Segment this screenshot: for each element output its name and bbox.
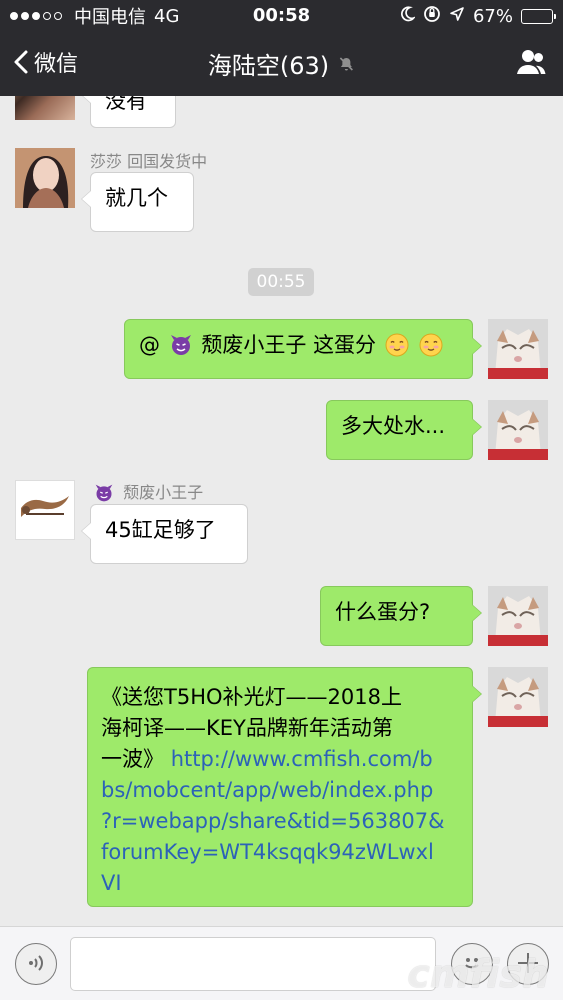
profile-photo-icon <box>15 148 75 208</box>
signal-dot <box>21 12 29 20</box>
blush-emoji-icon <box>419 333 443 357</box>
mention-prefix: @ <box>139 333 160 357</box>
back-label: 微信 <box>34 52 79 77</box>
message-bubble[interactable]: 45缸足够了 <box>90 504 248 564</box>
message-text: 多大处水... <box>341 414 446 438</box>
signal-dot <box>54 12 62 20</box>
cat-avatar-icon <box>488 586 548 646</box>
message-input[interactable] <box>70 937 436 991</box>
chat-title-text: 海陆空(63) <box>207 52 330 80</box>
avatar[interactable] <box>15 148 75 208</box>
plus-button[interactable] <box>507 943 549 985</box>
chevron-left-icon <box>14 50 28 74</box>
timestamp-text: 00:55 <box>256 272 306 292</box>
avatar[interactable] <box>15 480 75 540</box>
message-line: 《送您T5HO补光灯——2018上 <box>101 685 402 709</box>
blush-emoji-icon <box>385 333 409 357</box>
battery-icon <box>521 8 556 24</box>
sender-label: 颓废小王子 <box>123 483 204 502</box>
message-text: 没有 <box>105 96 147 113</box>
message-bubble[interactable]: 什么蛋分? <box>320 586 473 646</box>
back-button[interactable]: 微信 <box>12 46 78 78</box>
chat-header: 微信 海陆空(63) <box>0 32 563 96</box>
location-icon <box>449 6 465 27</box>
avatar[interactable] <box>488 586 548 646</box>
avatar[interactable] <box>488 400 548 460</box>
chat-area[interactable]: 没有 莎莎 回国发货中 就几个 00:55 @ 颓废小王子 这蛋分 多大处水..… <box>0 96 563 926</box>
battery-percent: 67% <box>472 5 513 27</box>
mute-bell-icon <box>339 56 353 71</box>
message-bubble[interactable]: 多大处水... <box>326 400 473 460</box>
message-bubble[interactable]: 没有 <box>90 96 176 128</box>
logo-avatar-icon <box>16 481 74 539</box>
chat-timestamp: 00:55 <box>248 268 314 296</box>
signal-dot <box>32 12 40 20</box>
status-time: 00:58 <box>252 5 311 26</box>
voice-icon <box>29 954 43 971</box>
cat-avatar-icon <box>488 319 548 379</box>
top-bar: 中国电信 4G 00:58 67% 微信 海陆空(63) <box>0 0 563 96</box>
avatar[interactable] <box>488 319 548 379</box>
signal-dot <box>10 12 18 20</box>
group-contacts-icon[interactable] <box>513 47 549 77</box>
message-text: 就几个 <box>105 186 168 210</box>
sender-name: 莎莎 回国发货中 <box>90 152 208 171</box>
carrier-name: 中国电信 <box>74 7 146 28</box>
sender-name: 颓废小王子 <box>90 479 203 506</box>
rotation-lock-icon <box>423 5 441 28</box>
link-text[interactable]: VI <box>101 871 122 895</box>
link-text[interactable]: forumKey=WT4ksqqk94zWLwxl <box>101 840 434 864</box>
status-right: 67% <box>399 5 556 28</box>
devil-emoji-icon <box>92 481 116 505</box>
shared-link-message[interactable]: 《送您T5HO补光灯——2018上 海柯译——KEY品牌新年活动第 一波》 ht… <box>101 682 459 899</box>
emoji-icon <box>465 957 479 968</box>
message-bubble[interactable]: @ 颓废小王子 这蛋分 <box>124 319 473 379</box>
message-bubble[interactable]: 《送您T5HO补光灯——2018上 海柯译——KEY品牌新年活动第 一波》 ht… <box>87 667 473 907</box>
emoji-button[interactable] <box>451 943 493 985</box>
link-text[interactable]: bs/mobcent/app/web/index.php <box>101 778 433 802</box>
message-text: 这蛋分 <box>313 333 377 357</box>
status-bar: 中国电信 4G 00:58 67% <box>0 0 563 32</box>
link-text[interactable]: ?r=webapp/share&tid=563807& <box>101 809 445 833</box>
plus-icon <box>518 952 538 973</box>
cat-avatar-icon <box>488 400 548 460</box>
avatar[interactable] <box>15 96 75 120</box>
network-type: 4G <box>154 5 180 27</box>
message-text: 什么蛋分? <box>335 600 431 624</box>
avatar[interactable] <box>488 667 548 727</box>
message-bubble[interactable]: 就几个 <box>90 172 194 232</box>
moon-icon <box>399 5 417 27</box>
cat-avatar-icon <box>488 667 548 727</box>
voice-button[interactable] <box>15 943 57 985</box>
message-line: 一波》 <box>101 747 171 771</box>
message-text: 45缸足够了 <box>105 518 216 542</box>
input-bar: cmfish <box>0 926 563 1000</box>
devil-emoji-icon <box>169 333 193 357</box>
link-text[interactable]: http://www.cmfish.com/b <box>171 747 433 771</box>
signal-dot <box>43 12 51 20</box>
status-left: 中国电信 4G <box>10 3 179 29</box>
message-line: 海柯译——KEY品牌新年活动第 <box>101 716 393 740</box>
group-title: 海陆空(63) <box>208 46 355 81</box>
signal-strength-icon <box>10 12 62 20</box>
mention-name: 颓废小王子 <box>201 333 307 357</box>
